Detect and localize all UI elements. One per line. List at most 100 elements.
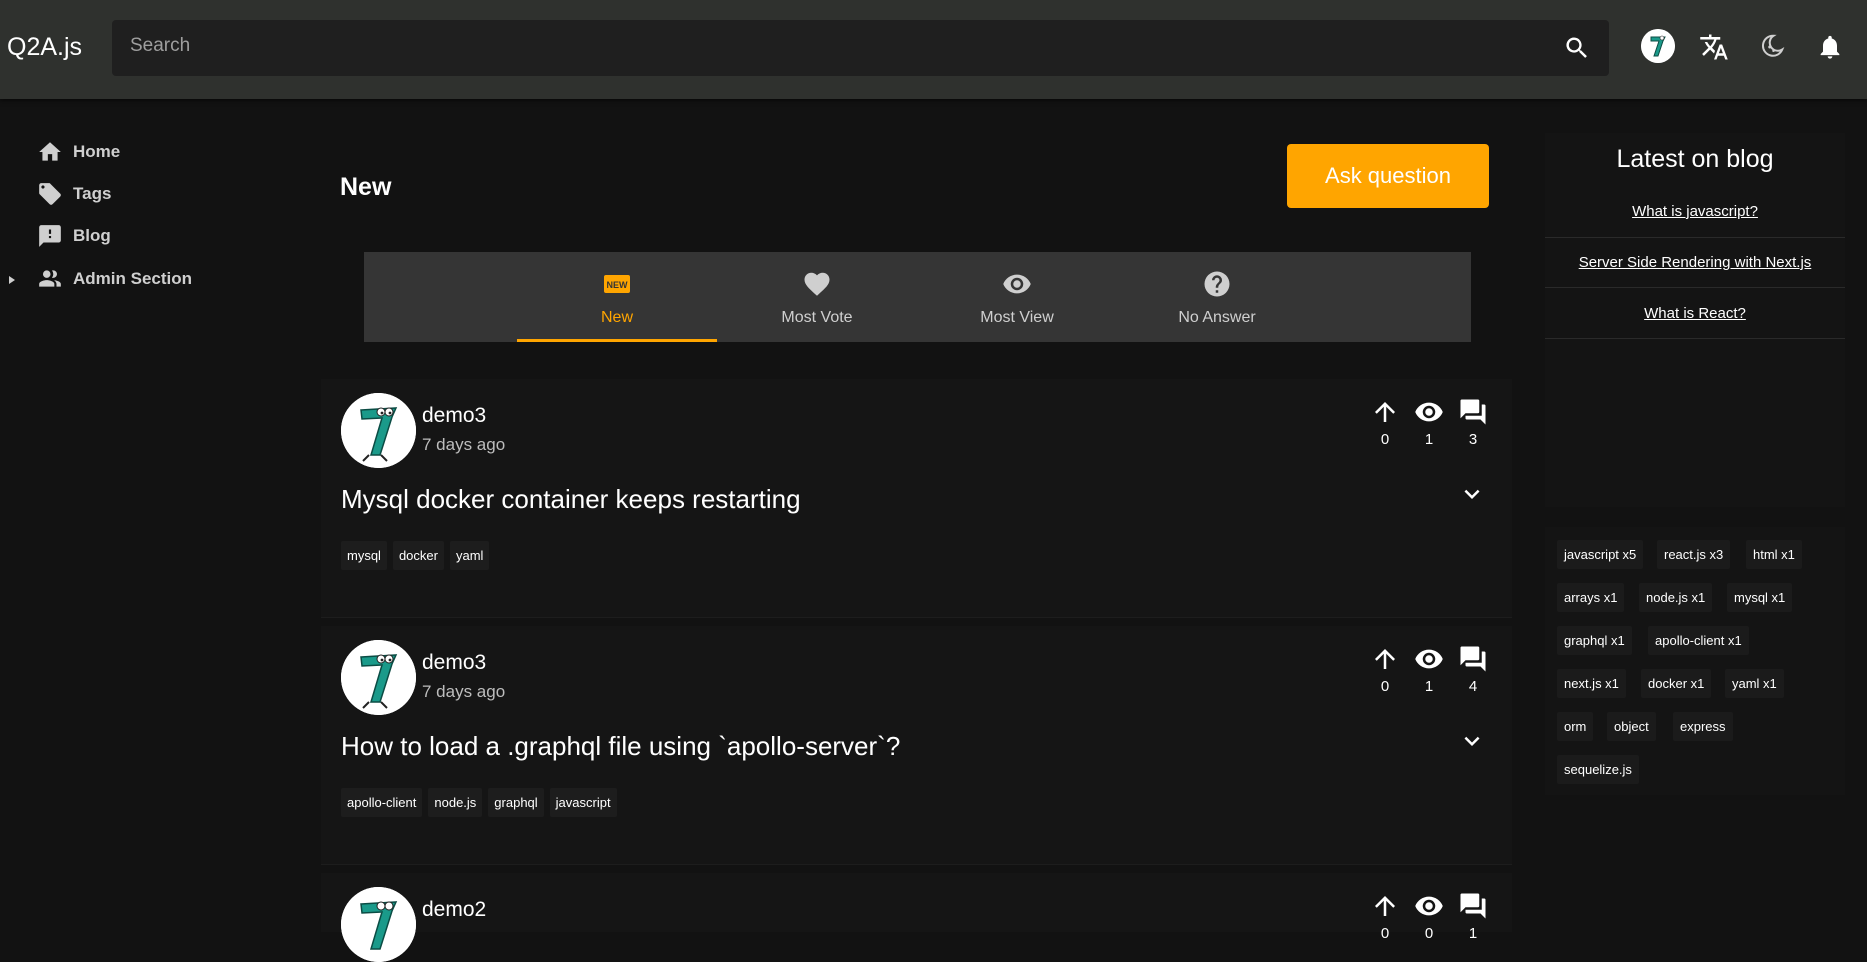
tab-new[interactable]: NEW New	[517, 252, 717, 342]
divider	[1545, 338, 1845, 339]
blog-link[interactable]: Server Side Rendering with Next.js	[1545, 254, 1845, 271]
tag-chip[interactable]: graphql	[488, 788, 544, 817]
sidebar-item-tags[interactable]: Tags	[37, 176, 111, 212]
tab-label: New	[600, 309, 633, 326]
answer-count-value: 4	[1468, 678, 1478, 695]
search-icon[interactable]	[1563, 34, 1591, 62]
avatar[interactable]	[341, 393, 416, 468]
blog-panel: Latest on blog What is javascript? Serve…	[1545, 133, 1845, 507]
app-logo[interactable]: Q2A.js	[7, 33, 82, 62]
tag-chip[interactable]: docker x1	[1641, 669, 1712, 698]
tag-chip[interactable]: next.js x1	[1557, 669, 1626, 698]
question-author[interactable]: demo3	[422, 404, 486, 428]
new-badge-icon: NEW	[602, 269, 632, 299]
tab-most-vote[interactable]: Most Vote	[717, 252, 917, 342]
sort-tabs: NEW New Most Vote Most View No Answer	[364, 252, 1471, 342]
eye-icon	[1002, 269, 1032, 299]
question-author[interactable]: demo3	[422, 651, 486, 675]
question-card[interactable]: demo3 7 days ago 0 1 4 How to load a .gr…	[321, 626, 1512, 865]
vote-count[interactable]: 0	[1368, 891, 1402, 942]
tag-chip[interactable]: sequelize.js	[1557, 755, 1639, 784]
question-tags: apollo-client node.js graphql javascript	[341, 788, 617, 817]
sidebar-item-blog[interactable]: Blog	[37, 218, 111, 254]
expand-caret-icon[interactable]	[6, 274, 18, 286]
blog-link[interactable]: What is javascript?	[1545, 203, 1845, 220]
question-title[interactable]: Mysql docker container keeps restarting	[341, 484, 801, 515]
tab-most-view[interactable]: Most View	[917, 252, 1117, 342]
sidebar-item-label: Admin Section	[73, 269, 193, 288]
question-card[interactable]: demo2 0 0 1	[321, 873, 1512, 962]
tag-chip[interactable]: mysql	[341, 541, 387, 570]
sidebar-item-label: Tags	[73, 184, 112, 203]
sidebar-item-label: Home	[73, 142, 121, 161]
tag-chip[interactable]: javascript x5	[1557, 540, 1644, 569]
divider	[1545, 287, 1845, 288]
avatar[interactable]	[341, 640, 416, 715]
search-bar[interactable]: Search	[112, 20, 1609, 76]
answer-count-value: 1	[1468, 925, 1478, 942]
view-count: 1	[1412, 397, 1446, 448]
view-count: 0	[1412, 891, 1446, 942]
question-card[interactable]: demo3 7 days ago 0 1 3 Mysql docker cont…	[321, 379, 1512, 618]
tag-chip[interactable]: yaml	[449, 541, 490, 570]
tab-label: Most View	[980, 309, 1054, 326]
blog-link[interactable]: What is React?	[1545, 305, 1845, 322]
view-count-value: 1	[1424, 431, 1434, 448]
tag-chip[interactable]: javascript	[549, 788, 617, 817]
forum-icon	[1460, 646, 1486, 672]
notifications-icon[interactable]	[1813, 30, 1847, 64]
tag-chip[interactable]: node.js	[428, 788, 483, 817]
ask-question-button[interactable]: Ask question	[1287, 144, 1489, 208]
avatar[interactable]	[341, 887, 416, 962]
tag-chip[interactable]: apollo-client	[341, 788, 423, 817]
divider	[1545, 237, 1845, 238]
tag-chip[interactable]: object	[1607, 712, 1656, 741]
theme-toggle-icon[interactable]	[1754, 30, 1788, 64]
search-input[interactable]: Search	[130, 35, 190, 57]
tag-chip[interactable]: arrays x1	[1557, 583, 1625, 612]
tag-chip[interactable]: yaml x1	[1725, 669, 1784, 698]
tag-chip[interactable]: apollo-client x1	[1648, 626, 1749, 655]
arrow-up-icon	[1375, 402, 1395, 422]
feedback-icon	[39, 225, 61, 247]
tag-chip[interactable]: html x1	[1746, 540, 1802, 569]
answer-count: 4	[1456, 644, 1490, 695]
tab-label: Most Vote	[781, 309, 853, 326]
answer-count: 3	[1456, 397, 1490, 448]
tag-icon	[39, 183, 61, 205]
tag-chip[interactable]: mysql x1	[1727, 583, 1793, 612]
question-tags: mysql docker yaml	[341, 541, 490, 570]
tag-chip[interactable]: orm	[1557, 712, 1594, 741]
chevron-down-icon[interactable]	[1457, 726, 1487, 756]
eye-icon	[1415, 402, 1443, 422]
forum-icon	[1460, 399, 1486, 425]
tag-chip[interactable]: graphql x1	[1557, 626, 1632, 655]
tag-chip[interactable]: docker	[392, 541, 444, 570]
question-time: 7 days ago	[422, 682, 506, 701]
tab-no-answer[interactable]: No Answer	[1117, 252, 1317, 342]
tab-label: No Answer	[1178, 309, 1256, 326]
question-time: 7 days ago	[422, 435, 506, 454]
vote-count-value: 0	[1380, 431, 1390, 448]
view-count-value: 1	[1424, 678, 1434, 695]
vote-count[interactable]: 0	[1368, 644, 1402, 695]
translate-icon[interactable]	[1697, 30, 1731, 64]
question-author[interactable]: demo2	[422, 898, 486, 922]
arrow-up-icon	[1375, 896, 1395, 916]
answer-count: 1	[1456, 891, 1490, 942]
tag-chip[interactable]: react.js x3	[1657, 540, 1731, 569]
tag-chip[interactable]: express	[1673, 712, 1733, 741]
eye-icon	[1415, 896, 1443, 916]
tag-chip[interactable]: node.js x1	[1639, 583, 1713, 612]
home-icon	[39, 142, 61, 161]
user-avatar[interactable]	[1641, 29, 1675, 63]
chevron-down-icon[interactable]	[1457, 479, 1487, 509]
popular-tags-panel: javascript x5 react.js x3 html x1 arrays…	[1545, 527, 1845, 795]
sidebar-item-home[interactable]: Home	[37, 134, 120, 170]
question-title[interactable]: How to load a .graphql file using `apoll…	[341, 731, 900, 762]
active-tab-indicator	[517, 339, 717, 342]
vote-count[interactable]: 0	[1368, 397, 1402, 448]
blog-title: Latest on blog	[1616, 145, 1774, 173]
sidebar-item-admin[interactable]: Admin Section	[37, 261, 192, 297]
heart-icon	[802, 269, 832, 299]
